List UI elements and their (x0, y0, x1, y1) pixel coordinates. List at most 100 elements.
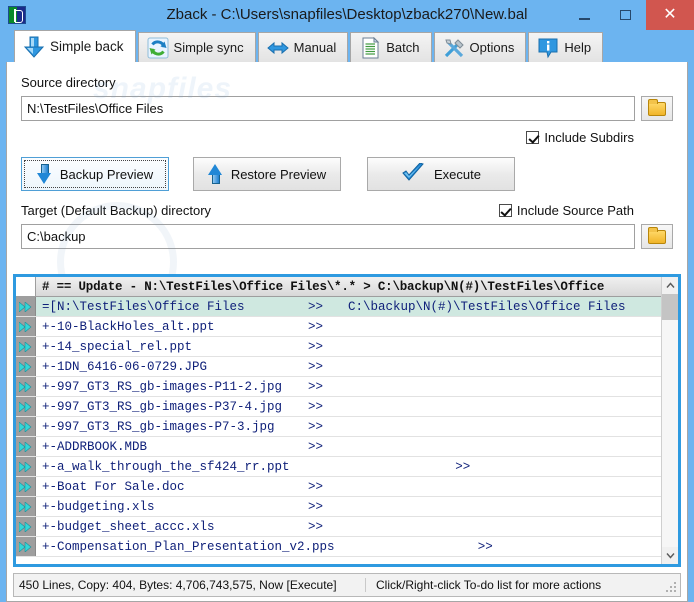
chevron-up-icon (665, 282, 675, 288)
todo-list-panel[interactable]: # == Update - N:\TestFiles\Office Files\… (13, 274, 681, 567)
folder-open-icon (648, 98, 666, 116)
row-fast-forward-icon (16, 497, 36, 516)
arrow-down-blue-icon (36, 164, 51, 184)
fast-forward-icon (18, 361, 31, 372)
row-fast-forward-icon (16, 357, 36, 376)
tab-simple-back[interactable]: Simple back (14, 30, 136, 62)
table-row[interactable]: +-Boat For Sale.doc >> (16, 477, 661, 497)
fast-forward-icon (18, 501, 31, 512)
scrollbar-track[interactable] (662, 294, 678, 547)
folder-open-icon (648, 226, 666, 244)
action-buttons-row: Backup Preview Restore Preview Execute (21, 157, 673, 191)
row-arrow: >> (455, 459, 471, 474)
target-directory-label: Target (Default Backup) directory (21, 203, 212, 218)
simple-back-page: snapfiles Source directory Include Subdi… (7, 62, 687, 322)
resize-grip-icon[interactable] (666, 582, 678, 594)
row-arrow: >> (308, 419, 324, 434)
fast-forward-icon (18, 341, 31, 352)
row-destination: C:\backup\N(#)\TestFiles\Office Files (348, 299, 626, 314)
tab-label: Options (469, 40, 515, 55)
row-fast-forward-icon (16, 417, 36, 436)
title-bar: Zback - C:\Users\snapfiles\Desktop\zback… (0, 0, 694, 30)
client-area: snapfiles Source directory Include Subdi… (6, 62, 688, 602)
table-row[interactable]: +-10-BlackHoles_alt.ppt >> (16, 317, 661, 337)
minimize-icon (579, 17, 590, 20)
blue-checkmark-icon (401, 161, 425, 186)
tab-label: Simple back (50, 39, 124, 54)
row-source-name: +-budgeting.xls (42, 499, 155, 514)
include-source-path-label: Include Source Path (516, 203, 634, 218)
table-row[interactable]: +-14_special_rel.ppt >> (16, 337, 661, 357)
tab-batch[interactable]: Batch (350, 32, 432, 62)
row-fast-forward-icon (16, 297, 36, 316)
restore-preview-button[interactable]: Restore Preview (193, 157, 341, 191)
fast-forward-icon (18, 541, 31, 552)
sync-refresh-green-icon (147, 37, 169, 59)
minimize-button[interactable] (564, 0, 605, 30)
source-directory-label: Source directory (21, 75, 116, 90)
info-bubble-icon (537, 37, 559, 59)
tab-manual[interactable]: Manual (257, 32, 349, 62)
row-source-name: +-10-BlackHoles_alt.ppt (42, 319, 215, 334)
source-browse-button[interactable] (641, 96, 673, 121)
table-row[interactable]: =[N:\TestFiles\Office Files >> C:\backup\N… (16, 297, 661, 317)
include-source-path-checkbox-group[interactable]: Include Source Path (498, 203, 634, 218)
table-row[interactable]: +-997_GT3_RS_gb-images-P11-2.jpg >> (16, 377, 661, 397)
row-source-name: =[N:\TestFiles\Office Files (42, 299, 245, 314)
row-fast-forward-icon (16, 317, 36, 336)
todo-list-scrollbar[interactable] (661, 277, 678, 564)
row-fast-forward-icon (16, 537, 36, 556)
execute-button[interactable]: Execute (367, 157, 515, 191)
arrows-left-right-blue-icon (266, 37, 289, 59)
status-left-text: 450 Lines, Copy: 404, Bytes: 4,706,743,5… (14, 578, 366, 592)
include-source-path-checkbox[interactable] (498, 204, 512, 217)
row-source-name: +-Compensation_Plan_Presentation_v2.pps (42, 539, 335, 554)
row-source-name: +-a_walk_through_the_sf424_rr.ppt (42, 459, 290, 474)
include-subdirs-row: Include Subdirs (21, 130, 673, 145)
source-directory-input[interactable] (21, 96, 635, 121)
table-row[interactable]: +-Compensation_Plan_Presentation_v2.pps >… (16, 537, 661, 557)
table-row[interactable]: +-budgeting.xls >> (16, 497, 661, 517)
row-arrow: >> (308, 479, 324, 494)
scroll-down-button[interactable] (662, 547, 678, 564)
zback-app-icon (8, 6, 26, 24)
table-row[interactable]: +-budget_sheet_accc.xls >> (16, 517, 661, 537)
status-right-text: Click/Right-click To-do list for more ac… (376, 578, 602, 592)
table-row[interactable]: +-ADDRBOOK.MDB >> (16, 437, 661, 457)
maximize-button[interactable] (605, 0, 646, 30)
row-fast-forward-icon (16, 477, 36, 496)
fast-forward-icon (18, 421, 31, 432)
table-row[interactable]: +-1DN_6416-06-0729.JPG >> (16, 357, 661, 377)
fast-forward-icon (18, 301, 31, 312)
arrow-down-blue-icon (23, 36, 45, 58)
row-source-name: +-ADDRBOOK.MDB (42, 439, 148, 454)
include-subdirs-checkbox[interactable] (526, 131, 540, 144)
row-source-name: +-997_GT3_RS_gb-images-P37-4.jpg (42, 399, 283, 414)
tab-simple-sync[interactable]: Simple sync (137, 32, 256, 62)
tab-help[interactable]: Help (528, 32, 604, 62)
todo-rows-host: =[N:\TestFiles\Office Files >> C:\backup\N… (16, 297, 661, 557)
target-browse-button[interactable] (641, 224, 673, 249)
target-directory-input[interactable] (21, 224, 635, 249)
scrollbar-thumb[interactable] (662, 294, 678, 320)
table-row[interactable]: +-997_GT3_RS_gb-images-P7-3.jpg >> (16, 417, 661, 437)
table-row[interactable]: +-a_walk_through_the_sf424_rr.ppt >> (16, 457, 661, 477)
tab-label: Simple sync (173, 40, 244, 55)
header-corner-box (16, 277, 36, 296)
fast-forward-icon (18, 401, 31, 412)
row-source-name: +-Boat For Sale.doc (42, 479, 185, 494)
tab-options[interactable]: Options (433, 32, 527, 62)
row-source-name: +-997_GT3_RS_gb-images-P11-2.jpg (42, 379, 283, 394)
scroll-up-button[interactable] (662, 277, 678, 294)
include-subdirs-checkbox-group[interactable]: Include Subdirs (526, 130, 634, 145)
row-arrow: >> (308, 499, 324, 514)
fast-forward-icon (18, 381, 31, 392)
table-row[interactable]: +-997_GT3_RS_gb-images-P37-4.jpg >> (16, 397, 661, 417)
tab-label: Manual (293, 40, 337, 55)
target-directory-row (21, 224, 673, 249)
row-fast-forward-icon (16, 377, 36, 396)
row-fast-forward-icon (16, 337, 36, 356)
row-fast-forward-icon (16, 437, 36, 456)
backup-preview-button[interactable]: Backup Preview (21, 157, 169, 191)
close-button[interactable]: ✕ (646, 0, 694, 30)
